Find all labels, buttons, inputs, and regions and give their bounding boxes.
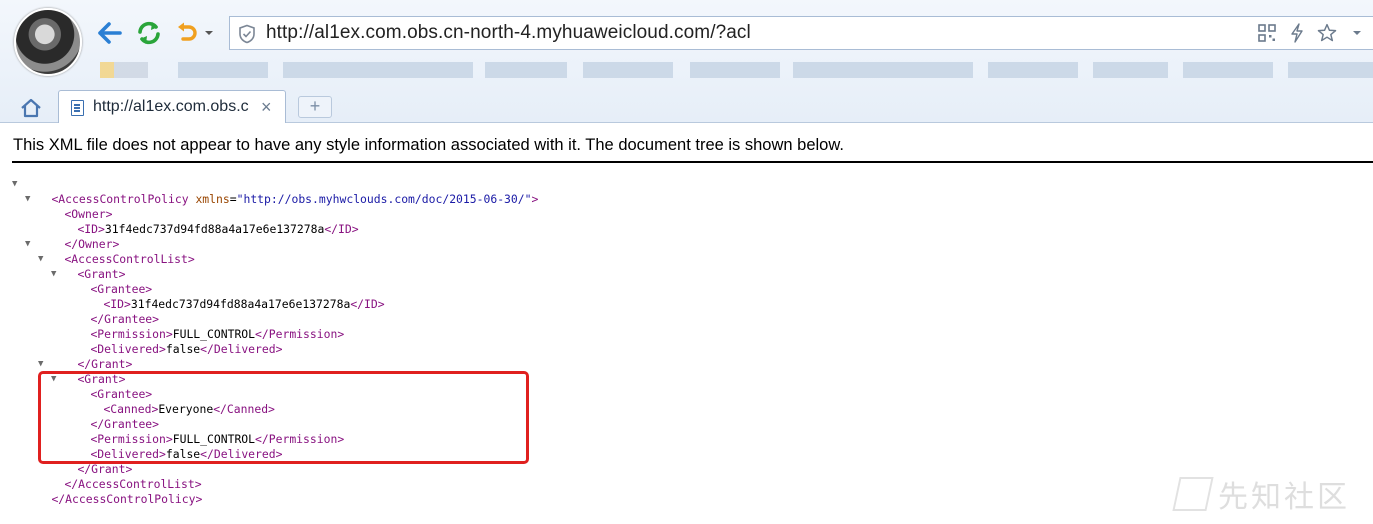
xml-line-acl-open: ▼ <AccessControlList> <box>25 237 195 266</box>
bookmark-item[interactable] <box>100 62 148 78</box>
undo-button[interactable] <box>172 18 202 48</box>
delivered-value: false <box>165 342 201 356</box>
bookmark-item[interactable] <box>988 62 1078 78</box>
shield-icon <box>239 24 255 44</box>
bookmark-item[interactable] <box>690 62 780 78</box>
bookmark-item[interactable] <box>1093 62 1168 78</box>
xml-tag: </AccessControlPolicy> <box>51 492 203 506</box>
owner-id-value: 31f4edc737d94fd88a4a17e6e137278a <box>104 222 325 236</box>
watermark-logo-icon <box>1172 477 1214 511</box>
bookmark-item[interactable] <box>1288 62 1373 78</box>
url-text[interactable]: http://al1ex.com.obs.cn-north-4.myhuawei… <box>266 22 751 44</box>
xml-line-permission: <Permission>FULL_CONTROL</Permission> <box>63 312 344 341</box>
back-arrow-icon <box>98 22 122 44</box>
bookmark-item[interactable] <box>1183 62 1273 78</box>
xml-tag: </ID> <box>350 297 385 311</box>
page-icon <box>71 100 84 116</box>
xml-line-grant-close: </Grant> <box>50 342 132 371</box>
bookmark-item[interactable] <box>178 62 268 78</box>
undo-icon <box>178 22 197 41</box>
refresh-button[interactable] <box>134 18 164 48</box>
xml-line-grant-open: ▼ <Grant> <box>38 252 125 281</box>
xml-style-notice: This XML file does not appear to have an… <box>13 136 844 154</box>
collapse-triangle-icon[interactable]: ▼ <box>25 237 30 252</box>
xml-line-root-open: ▼ <AccessControlPolicy xmlns="http://obs.… <box>12 177 538 206</box>
refresh-icon <box>138 21 160 45</box>
xml-line-owner-id: <ID>31f4edc737d94fd88a4a17e6e137278a</ID… <box>50 207 358 236</box>
collapse-triangle-icon[interactable]: ▼ <box>38 357 43 372</box>
qr-code-icon[interactable] <box>1257 23 1277 43</box>
xml-attr-value: "http://obs.myhwclouds.com/doc/2015-06-3… <box>236 192 532 206</box>
watermark-text: 先知社区 <box>1218 481 1350 514</box>
address-bar-tools <box>1257 23 1367 43</box>
watermark: 先知社区 <box>1172 474 1366 514</box>
xml-tag: > <box>531 192 539 206</box>
lightning-icon[interactable] <box>1287 23 1307 43</box>
xml-tag: </ID> <box>324 222 359 236</box>
xml-line-delivered: <Delivered>false</Delivered> <box>63 327 282 356</box>
tab-active[interactable]: http://al1ex.com.obs.c × <box>58 90 286 123</box>
tab-title: http://al1ex.com.obs.c <box>93 98 249 115</box>
xml-line-grantee-open: ▼ <Grantee> <box>51 267 152 296</box>
xml-line-root-close: </AccessControlPolicy> <box>24 477 202 506</box>
xml-tag: </Delivered> <box>200 342 283 356</box>
xml-attr-name: xmlns <box>195 192 230 206</box>
xml-line-grantee-id: <ID>31f4edc737d94fd88a4a17e6e137278a</ID… <box>76 282 384 311</box>
xml-line-owner-close: </Owner> <box>37 222 119 251</box>
bookmark-item[interactable] <box>583 62 673 78</box>
collapse-triangle-icon[interactable]: ▼ <box>12 177 17 192</box>
xml-line-acl-close: </AccessControlList> <box>37 462 201 491</box>
bookmark-item[interactable] <box>485 62 567 78</box>
xml-line-grant-open: ▼ <Grant> <box>38 357 125 386</box>
chevron-down-icon[interactable] <box>204 28 214 38</box>
xml-attr-eq: = <box>229 192 237 206</box>
xml-line-grantee-close: </Grantee> <box>63 297 159 326</box>
browser-chrome: http://al1ex.com.obs.cn-north-4.myhuawei… <box>0 0 1373 123</box>
collapse-triangle-icon[interactable]: ▼ <box>38 252 43 267</box>
user-avatar[interactable] <box>14 8 82 76</box>
star-icon[interactable] <box>1317 23 1337 43</box>
divider <box>12 161 1373 163</box>
bookmark-item[interactable] <box>793 62 973 78</box>
close-icon[interactable]: × <box>261 97 272 118</box>
collapse-triangle-icon[interactable]: ▼ <box>25 192 30 207</box>
home-icon[interactable] <box>20 98 42 118</box>
highlight-box <box>38 371 529 464</box>
menu-caret-icon[interactable] <box>1347 23 1367 43</box>
collapse-triangle-icon[interactable]: ▼ <box>51 267 56 282</box>
bookmarks-bar <box>100 62 1373 78</box>
new-tab-button[interactable]: + <box>298 96 332 118</box>
tab-bar: http://al1ex.com.obs.c × + <box>0 90 1373 123</box>
bookmark-item[interactable] <box>283 62 473 78</box>
grantee-id-value: 31f4edc737d94fd88a4a17e6e137278a <box>130 297 351 311</box>
back-button[interactable] <box>94 18 124 48</box>
address-bar[interactable]: http://al1ex.com.obs.cn-north-4.myhuawei… <box>229 16 1373 50</box>
xml-line-owner-open: ▼ <Owner> <box>25 192 112 221</box>
